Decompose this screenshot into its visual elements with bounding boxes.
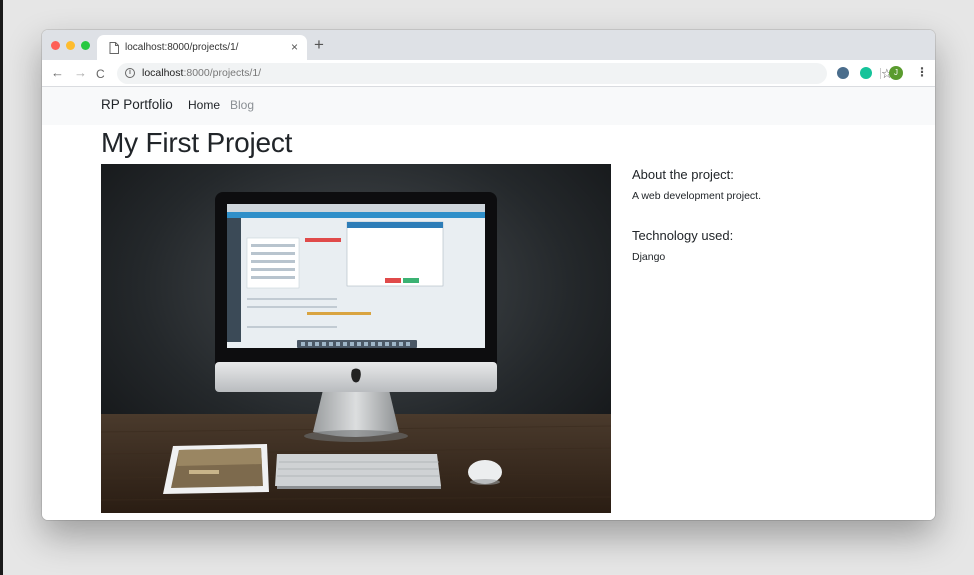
close-window-button[interactable]	[51, 41, 60, 50]
url-path: :8000/projects/1/	[183, 67, 262, 79]
about-heading: About the project:	[632, 167, 734, 182]
project-details: About the project: A web development pro…	[632, 167, 892, 263]
address-bar[interactable]: i localhost:8000/projects/1/ ☆	[117, 63, 893, 84]
page-title: My First Project	[101, 127, 293, 158]
nav-link-blog[interactable]: Blog	[230, 98, 254, 112]
forward-button[interactable]: →	[74, 65, 87, 81]
project-image	[101, 164, 611, 513]
technology-text: Django	[632, 251, 666, 263]
page-viewport: RP Portfolio Home Blog My First Project	[42, 87, 935, 520]
site-info-icon[interactable]: i	[125, 68, 135, 78]
desktop-edge	[0, 0, 3, 575]
minimize-window-button[interactable]	[66, 41, 75, 50]
extension-icon[interactable]	[837, 67, 849, 79]
page-icon	[109, 42, 119, 54]
site-navbar: RP Portfolio Home Blog	[42, 87, 935, 125]
toolbar-divider	[880, 68, 881, 79]
browser-window: localhost:8000/projects/1/ × + ← → C i l…	[42, 30, 935, 520]
about-text: A web development project.	[632, 190, 761, 202]
tab-title: localhost:8000/projects/1/	[125, 42, 239, 53]
browser-tab[interactable]: localhost:8000/projects/1/ ×	[97, 35, 307, 60]
url-host: localhost	[142, 67, 184, 79]
new-tab-button[interactable]: +	[314, 35, 324, 55]
reload-button[interactable]: C	[96, 66, 105, 82]
technology-heading: Technology used:	[632, 228, 734, 243]
url-text[interactable]: localhost:8000/projects/1/	[142, 67, 261, 79]
back-button[interactable]: ←	[51, 65, 64, 81]
nav-link-home[interactable]: Home	[188, 98, 220, 112]
browser-menu-icon[interactable]: ⋮	[916, 65, 928, 79]
tab-close-icon[interactable]: ×	[291, 40, 298, 54]
profile-avatar[interactable]: J	[889, 66, 903, 80]
tab-strip: localhost:8000/projects/1/ × +	[42, 30, 935, 60]
browser-toolbar: ← → C i localhost:8000/projects/1/ ☆ J ⋮	[42, 60, 935, 87]
grammarly-extension-icon[interactable]	[860, 67, 872, 79]
zoom-window-button[interactable]	[81, 41, 90, 50]
navbar-brand[interactable]: RP Portfolio	[101, 97, 173, 112]
